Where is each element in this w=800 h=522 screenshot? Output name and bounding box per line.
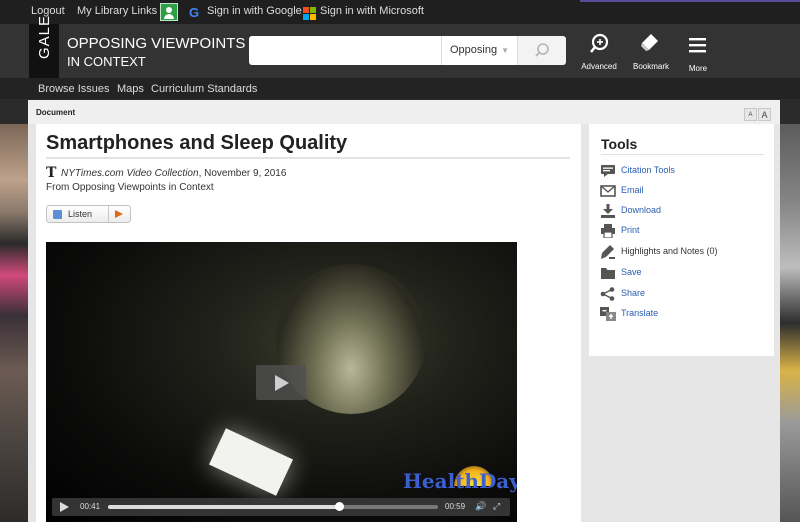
more-button[interactable]: More: [677, 30, 719, 73]
search-icon: [535, 43, 549, 57]
citation-icon: [600, 164, 616, 178]
font-larger-button[interactable]: A: [758, 108, 771, 121]
video-progress-fill: [108, 505, 339, 509]
video-scrub-handle[interactable]: [335, 502, 344, 511]
font-smaller-button[interactable]: A: [744, 108, 757, 121]
tool-label: Highlights and Notes (0): [621, 246, 718, 256]
volume-icon[interactable]: 🔊: [475, 501, 486, 512]
nav-maps[interactable]: Maps: [117, 83, 144, 95]
gale-logo[interactable]: GALE: [29, 15, 59, 78]
tool-print[interactable]: Print: [600, 223, 770, 239]
bookmark-label: Bookmark: [632, 62, 669, 71]
print-icon: [600, 224, 616, 239]
video-play-button[interactable]: [256, 365, 306, 400]
speaker-icon: [53, 210, 62, 219]
video-current-time: 00:41: [80, 502, 101, 511]
email-icon: [600, 184, 616, 198]
tool-share[interactable]: Share: [600, 286, 770, 302]
article-title: Smartphones and Sleep Quality: [46, 132, 348, 154]
search-scope-select[interactable]: Opposing ▼: [441, 36, 517, 65]
tools-title: Tools: [601, 136, 638, 152]
highlight-icon: [600, 245, 616, 259]
listen-button[interactable]: Listen: [46, 205, 131, 223]
search-input[interactable]: [249, 36, 439, 65]
search-button[interactable]: [517, 36, 566, 65]
document-label: Document: [36, 108, 76, 117]
article-from: From Opposing Viewpoints in Context: [46, 182, 214, 193]
video-frame-phone: [209, 428, 293, 496]
advanced-search-button[interactable]: Advanced: [578, 30, 620, 71]
hamburger-menu-icon: [689, 38, 706, 53]
tool-download[interactable]: Download: [600, 203, 770, 219]
folder-icon: [600, 266, 616, 280]
video-progress-bar[interactable]: [108, 502, 438, 511]
background-photo-left: [0, 124, 28, 522]
tool-translate[interactable]: Translate: [600, 306, 770, 322]
tool-label: Download: [621, 205, 662, 215]
play-icon[interactable]: [115, 210, 123, 218]
video-controls: 00:41 00:59 🔊 ⤢: [52, 498, 510, 516]
tools-divider: [601, 154, 764, 155]
search-scope-value: Opposing: [449, 44, 498, 56]
article-source: NYTimes.com Video Collection, November 9…: [61, 168, 286, 179]
advanced-label: Advanced: [581, 62, 617, 71]
signin-google-link[interactable]: Sign in with Google: [207, 5, 302, 17]
more-label: More: [688, 64, 708, 73]
download-icon: [600, 204, 616, 218]
google-icon: G: [189, 5, 200, 20]
document-bar: [28, 100, 780, 125]
product-name-line1[interactable]: OPPOSING VIEWPOINTS: [67, 35, 245, 52]
tool-highlights-notes[interactable]: Highlights and Notes (0): [600, 244, 770, 260]
source-name[interactable]: NYTimes.com Video Collection: [61, 168, 199, 179]
source-date: , November 9, 2016: [198, 168, 287, 179]
signin-microsoft-link[interactable]: Sign in with Microsoft: [320, 5, 424, 17]
translate-icon: [600, 307, 616, 321]
listen-divider: [108, 206, 109, 222]
google-classroom-icon[interactable]: [160, 3, 178, 21]
tool-save[interactable]: Save: [600, 265, 770, 281]
nav-browse-issues[interactable]: Browse Issues: [38, 83, 110, 95]
advanced-search-icon: [589, 33, 609, 53]
nav-curriculum-standards[interactable]: Curriculum Standards: [151, 83, 257, 95]
tool-label: Translate: [621, 308, 659, 318]
tool-citation[interactable]: Citation Tools: [600, 163, 770, 179]
play-icon[interactable]: [60, 502, 69, 512]
video-player[interactable]: HealthDay 00:41 00:59 🔊 ⤢: [46, 242, 517, 522]
library-links-link[interactable]: My Library Links: [77, 5, 157, 17]
chevron-down-icon: ▼: [501, 46, 509, 55]
tool-label: Save: [621, 267, 642, 277]
search-box: Opposing ▼: [249, 36, 566, 65]
nyt-logo-icon: T: [46, 165, 57, 181]
fullscreen-icon[interactable]: ⤢: [493, 501, 500, 512]
background-photo-right: [780, 124, 800, 522]
tool-label: Print: [621, 225, 640, 235]
product-name-line2[interactable]: IN CONTEXT: [67, 54, 146, 69]
share-icon: [600, 287, 616, 301]
top-accent-stripe: [580, 0, 800, 2]
microsoft-icon: [303, 7, 316, 20]
video-duration: 00:59: [445, 502, 466, 511]
tool-email[interactable]: Email: [600, 183, 770, 199]
title-divider: [46, 157, 570, 159]
healthday-watermark: HealthDay: [403, 469, 517, 493]
listen-label: Listen: [68, 209, 93, 219]
bookmark-button[interactable]: Bookmark: [629, 30, 673, 71]
tool-label: Email: [621, 185, 644, 195]
tool-label: Share: [621, 288, 646, 298]
tool-label: Citation Tools: [621, 165, 675, 175]
bookmark-icon: [641, 34, 658, 51]
